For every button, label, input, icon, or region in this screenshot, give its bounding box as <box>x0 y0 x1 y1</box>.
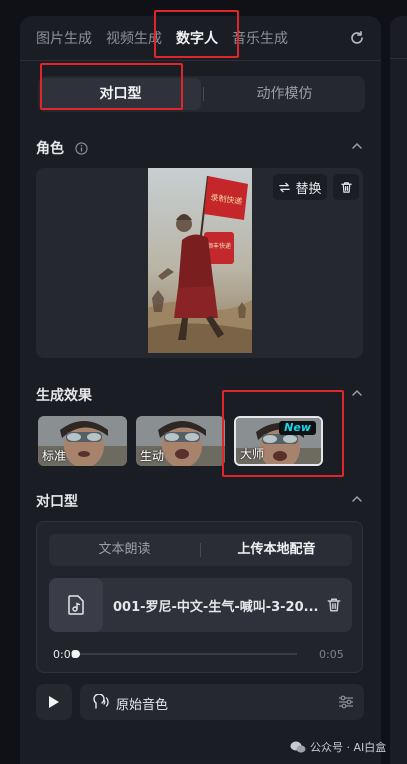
audio-file-icon-box <box>49 578 103 632</box>
play-icon <box>49 696 59 708</box>
chevron-up-icon[interactable] <box>351 140 363 152</box>
tabs-divider <box>20 60 381 61</box>
lip-sync-panel: 文本朗读 上传本地配音 001-罗尼-中文-生气-喊叫-3-20... 0:00… <box>36 521 363 673</box>
info-icon[interactable] <box>75 142 88 155</box>
trash-icon[interactable] <box>326 597 342 613</box>
tab-image-generation[interactable]: 图片生成 <box>36 28 92 50</box>
effect-option-standard[interactable]: 标准 <box>38 416 127 466</box>
role-image: 录制快递 顺丰快递 <box>148 168 252 353</box>
audio-file-icon <box>68 595 84 615</box>
effect-label-master: 大师 <box>240 447 265 461</box>
effect-option-master[interactable]: New 大师 <box>234 416 323 466</box>
time-total: 0:05 <box>319 648 344 661</box>
delete-role-button[interactable] <box>333 174 359 200</box>
tab-digital-human[interactable]: 数字人 <box>176 28 218 50</box>
trash-icon <box>340 181 352 193</box>
segment-upload-audio[interactable]: 上传本地配音 <box>201 534 352 566</box>
settings-sliders-icon[interactable] <box>338 695 354 709</box>
segment-text-to-speech[interactable]: 文本朗读 <box>49 534 200 566</box>
tab-video-generation[interactable]: 视频生成 <box>106 28 162 50</box>
progress-knob[interactable] <box>72 650 80 658</box>
effect-label-vivid: 生动 <box>140 449 165 463</box>
voice-icon <box>93 694 109 709</box>
box-text: 顺丰快递 <box>207 242 231 250</box>
segment-motion-imitation[interactable]: 动作模仿 <box>204 78 365 110</box>
audio-file-name: 001-罗尼-中文-生气-喊叫-3-20... <box>113 600 319 615</box>
new-badge: New <box>279 421 316 435</box>
audio-progress-bar[interactable] <box>72 650 297 658</box>
effect-label-standard: 标准 <box>42 449 67 463</box>
effect-option-vivid[interactable]: 生动 <box>136 416 225 466</box>
voice-label: 原始音色 <box>116 698 169 713</box>
side-panel <box>390 16 407 764</box>
mode-segment: 对口型 动作模仿 <box>38 76 365 112</box>
voice-selector[interactable]: 原始音色 <box>80 684 364 720</box>
lip-section-title: 对口型 <box>36 494 78 510</box>
chevron-up-icon[interactable] <box>351 493 363 505</box>
replace-label: 替换 <box>295 181 322 197</box>
reset-icon[interactable] <box>349 30 365 46</box>
replace-button[interactable]: 替换 <box>273 174 327 200</box>
role-section-title: 角色 <box>36 138 88 158</box>
digital-human-panel: 图片生成 视频生成 数字人 音乐生成 对口型 动作模仿 角色 录制快递 顺丰快递… <box>20 16 381 764</box>
role-title: 角色 <box>36 141 64 157</box>
segment-lip-sync[interactable]: 对口型 <box>40 78 201 110</box>
audio-source-segment: 文本朗读 上传本地配音 <box>49 534 352 566</box>
swap-icon <box>279 182 291 192</box>
tab-music-generation[interactable]: 音乐生成 <box>232 28 288 50</box>
wechat-icon <box>290 741 306 753</box>
role-card: 录制快递 顺丰快递 替换 <box>36 168 363 358</box>
watermark-text: 公众号 · AI白盒 <box>310 741 387 754</box>
audio-file-row: 001-罗尼-中文-生气-喊叫-3-20... <box>49 578 352 632</box>
watermark: 公众号 · AI白盒 <box>290 739 386 755</box>
side-panel-divider <box>390 58 407 59</box>
chevron-up-icon[interactable] <box>351 387 363 399</box>
effect-section-title: 生成效果 <box>36 388 92 404</box>
play-button[interactable] <box>36 684 72 720</box>
generation-tabs: 图片生成 视频生成 数字人 音乐生成 <box>36 28 302 50</box>
